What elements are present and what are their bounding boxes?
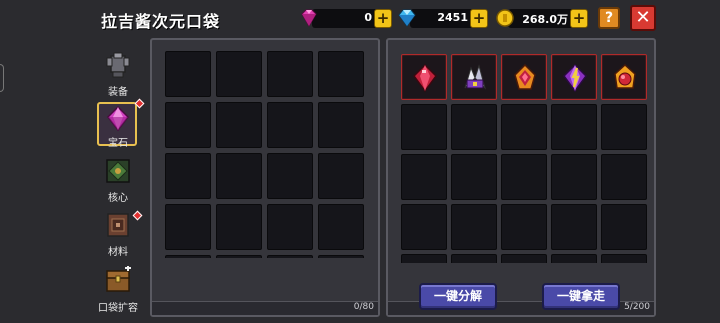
material-icon xyxy=(107,213,129,237)
help-button[interactable]: ? xyxy=(598,7,620,29)
blue-gem-value: 2451 xyxy=(437,11,468,24)
empty-slot[interactable] xyxy=(216,102,262,148)
empty-slot[interactable] xyxy=(601,154,647,200)
empty-slot[interactable] xyxy=(401,204,447,250)
notification-badge xyxy=(132,210,143,221)
empty-slot[interactable] xyxy=(601,254,647,263)
pink-gem-icon xyxy=(301,9,317,27)
empty-slot[interactable] xyxy=(267,204,313,250)
sidebar-item-gems[interactable]: 宝石 xyxy=(95,98,145,149)
sidebar-item-materials[interactable]: 材料 xyxy=(95,210,143,260)
empty-slot[interactable] xyxy=(318,204,364,250)
empty-slot[interactable] xyxy=(165,255,211,258)
gold-coin-icon xyxy=(496,9,514,27)
empty-slot[interactable] xyxy=(551,204,597,250)
empty-slot[interactable] xyxy=(216,204,262,250)
close-button[interactable]: ✕ xyxy=(630,5,656,31)
armor-icon xyxy=(106,52,130,78)
empty-slot[interactable] xyxy=(551,254,597,263)
empty-slot[interactable] xyxy=(501,154,547,200)
sidebar-item-label: 宝石 xyxy=(108,138,128,149)
amethyst-gem-icon xyxy=(563,63,587,93)
empty-slot[interactable] xyxy=(551,154,597,200)
gem-slot[interactable] xyxy=(451,54,497,100)
top-bar: 拉吉酱次元口袋 0 + 2451 + 268.0万 + ? ✕ xyxy=(0,0,720,36)
sidebar-item-label: 材料 xyxy=(108,247,128,258)
add-pink-gem-button[interactable]: + xyxy=(374,9,392,28)
pocket-slot-grid xyxy=(155,43,375,258)
empty-slot[interactable] xyxy=(401,254,447,263)
empty-slot[interactable] xyxy=(601,204,647,250)
sidebar-item-label: 装备 xyxy=(108,87,128,98)
empty-slot[interactable] xyxy=(267,153,313,199)
gem-icon xyxy=(107,105,129,132)
one-click-decompose-button[interactable]: 一键分解 xyxy=(419,283,497,310)
gem-slot-grid xyxy=(391,43,653,263)
empty-slot[interactable] xyxy=(451,204,497,250)
empty-slot[interactable] xyxy=(165,51,211,97)
empty-slot[interactable] xyxy=(501,104,547,150)
gold-coin-counter: 268.0万 + xyxy=(496,9,588,28)
pocket-capacity-count: 0/80 xyxy=(353,302,374,312)
empty-slot[interactable] xyxy=(267,255,313,258)
gem-slot[interactable] xyxy=(401,54,447,100)
crystal-gem-icon xyxy=(464,64,486,90)
empty-slot[interactable] xyxy=(216,51,262,97)
empty-slot[interactable] xyxy=(601,104,647,150)
empty-slot[interactable] xyxy=(267,102,313,148)
pocket-footer: 0/80 xyxy=(152,301,378,315)
gold-coin-value: 268.0万 xyxy=(522,13,568,26)
empty-slot[interactable] xyxy=(551,104,597,150)
pink-gem-counter: 0 + xyxy=(301,9,392,28)
add-gold-button[interactable]: + xyxy=(570,9,588,28)
gem-slot[interactable] xyxy=(601,54,647,100)
empty-slot[interactable] xyxy=(165,153,211,199)
empty-slot[interactable] xyxy=(318,255,364,258)
chest-icon xyxy=(106,266,131,292)
empty-slot[interactable] xyxy=(216,153,262,199)
fire-orb-gem-icon xyxy=(614,63,636,89)
gem-slot[interactable] xyxy=(551,54,597,100)
empty-slot[interactable] xyxy=(216,255,262,258)
empty-slot[interactable] xyxy=(165,102,211,148)
empty-slot[interactable] xyxy=(318,153,364,199)
gem-capacity-count: 5/200 xyxy=(624,302,650,312)
empty-slot[interactable] xyxy=(401,104,447,150)
empty-slot[interactable] xyxy=(501,254,547,263)
sidebar-item-label: 口袋扩容 xyxy=(98,303,138,314)
category-sidebar: 装备 宝石 核心 材料 口袋扩容 xyxy=(95,44,145,319)
sidebar-item-core[interactable]: 核心 xyxy=(95,156,141,206)
pink-gem-value: 0 xyxy=(364,11,372,24)
add-blue-gem-button[interactable]: + xyxy=(470,9,488,28)
empty-slot[interactable] xyxy=(451,154,497,200)
core-icon xyxy=(106,159,130,183)
empty-slot[interactable] xyxy=(451,104,497,150)
empty-slot[interactable] xyxy=(501,204,547,250)
edge-tab[interactable] xyxy=(0,64,4,92)
one-click-take-all-button[interactable]: 一键拿走 xyxy=(542,283,620,310)
blue-gem-icon xyxy=(398,9,416,27)
empty-slot[interactable] xyxy=(401,154,447,200)
gem-storage-panel: 5/200 xyxy=(386,38,656,317)
sidebar-item-expand-pocket[interactable]: 口袋扩容 xyxy=(95,266,141,316)
flame-gem-icon xyxy=(514,63,536,90)
ruby-gem-icon xyxy=(413,63,437,93)
empty-slot[interactable] xyxy=(318,102,364,148)
blue-gem-counter: 2451 + xyxy=(398,9,488,28)
empty-slot[interactable] xyxy=(451,254,497,263)
page-title: 拉吉酱次元口袋 xyxy=(101,12,221,31)
empty-slot[interactable] xyxy=(267,51,313,97)
sidebar-item-label: 核心 xyxy=(108,193,128,204)
sidebar-item-equipment[interactable]: 装备 xyxy=(95,50,141,100)
pocket-storage-panel: 0/80 xyxy=(150,38,380,317)
gem-slot[interactable] xyxy=(501,54,547,100)
empty-slot[interactable] xyxy=(318,51,364,97)
empty-slot[interactable] xyxy=(165,204,211,250)
